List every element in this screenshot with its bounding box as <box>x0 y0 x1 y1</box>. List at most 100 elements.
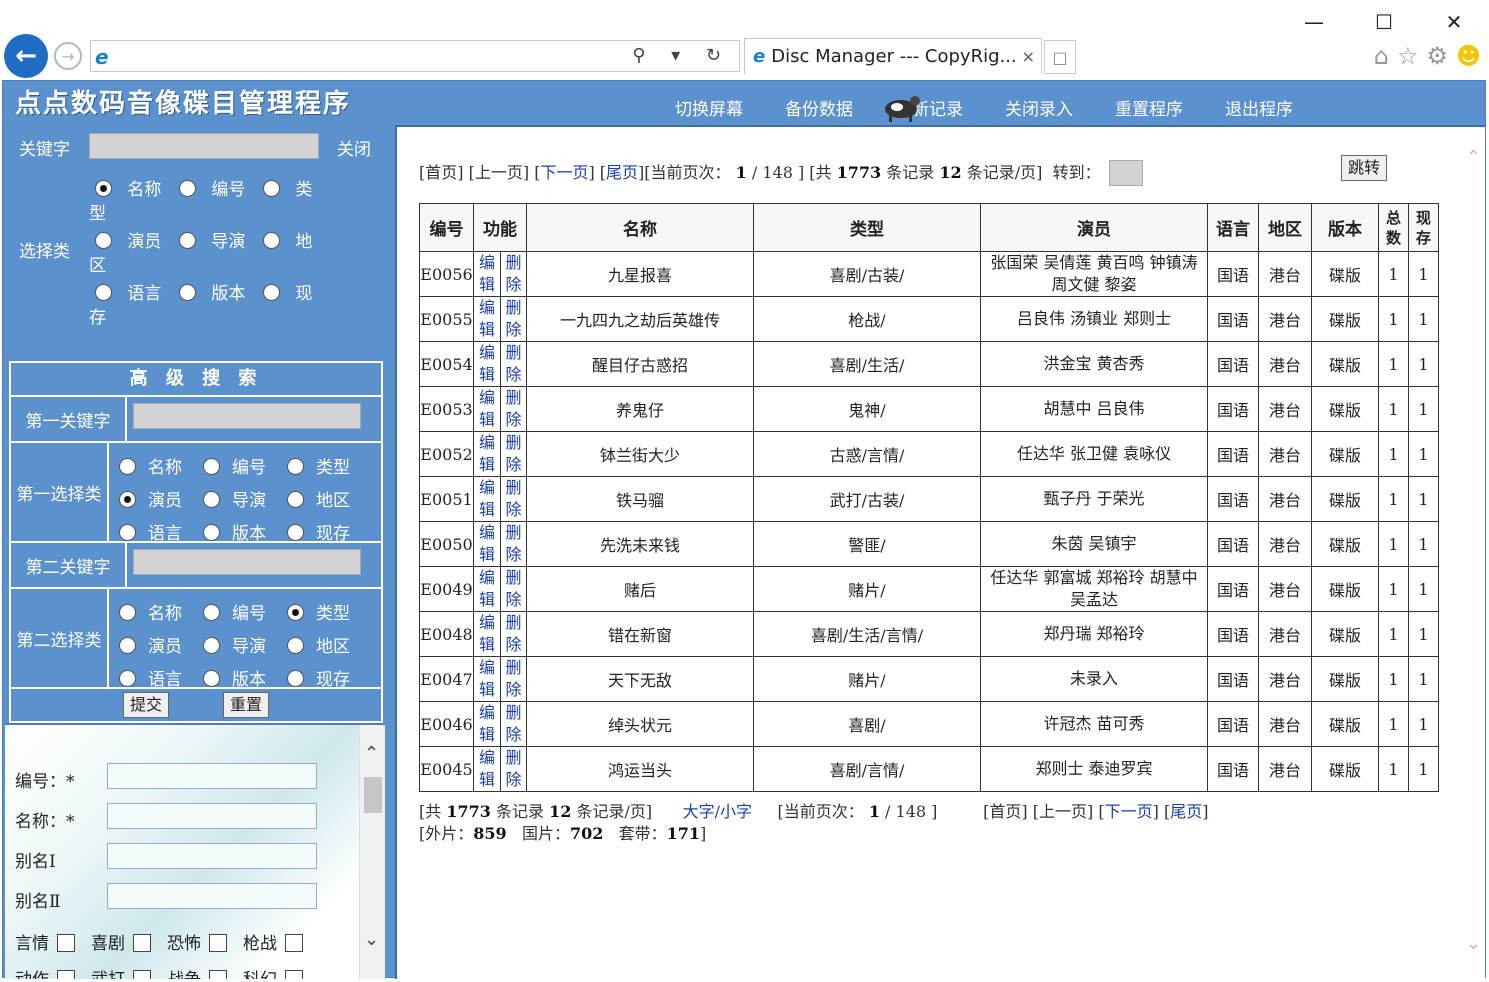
close-window-button[interactable]: ✕ <box>1419 8 1489 36</box>
gear-icon[interactable]: ⚙ <box>1426 42 1448 70</box>
entry-name-input[interactable] <box>107 803 317 829</box>
delete-link[interactable]: 删除 <box>500 522 526 566</box>
radio-icon[interactable] <box>203 524 220 541</box>
menu-close-entry[interactable]: 关闭录入 <box>1005 95 1073 120</box>
address-tools-icons[interactable]: ⚲ ▾ ↻ <box>632 45 731 66</box>
radio-icon[interactable] <box>203 604 220 621</box>
delete-link[interactable]: 删除 <box>500 387 526 431</box>
radio-icon[interactable] <box>95 232 112 249</box>
radio-icon[interactable] <box>287 491 304 508</box>
radio-icon[interactable] <box>119 458 136 475</box>
first-class-option[interactable]: 语言 <box>119 519 203 544</box>
class-option-director[interactable]: 导演 <box>179 227 245 252</box>
radio-icon[interactable] <box>95 284 112 301</box>
entry-scrollbar[interactable]: ⌃ ⌄ <box>359 725 385 979</box>
goto-input[interactable] <box>1108 160 1143 186</box>
delete-link[interactable]: 删除 <box>500 747 526 791</box>
entry-alias2-input[interactable] <box>107 883 317 909</box>
radio-icon[interactable] <box>203 670 220 687</box>
radio-icon[interactable] <box>263 232 280 249</box>
edit-link[interactable]: 编辑 <box>474 612 500 656</box>
pager-next[interactable]: 下一页 <box>540 163 588 182</box>
chevron-up-icon[interactable]: ⌃ <box>364 743 379 764</box>
font-size-toggle[interactable]: 大字/小字 <box>683 802 752 821</box>
second-class-option[interactable]: 编号 <box>203 599 287 624</box>
edit-link[interactable]: 编辑 <box>474 702 500 746</box>
edit-link[interactable]: 编辑 <box>474 387 500 431</box>
radio-icon[interactable] <box>203 637 220 654</box>
delete-link[interactable]: 删除 <box>500 702 526 746</box>
chevron-up-icon[interactable]: ⌃ <box>1466 147 1481 168</box>
reset-button[interactable]: 重置 <box>223 692 270 718</box>
edit-link[interactable]: 编辑 <box>474 747 500 791</box>
pager-last[interactable]: 尾页 <box>606 163 638 182</box>
radio-icon[interactable] <box>263 180 280 197</box>
class-option-language[interactable]: 语言 <box>95 279 161 304</box>
footer-pager-last[interactable]: 尾页 <box>1170 802 1202 821</box>
second-class-option[interactable]: 语言 <box>119 665 203 690</box>
edit-link[interactable]: 编辑 <box>474 567 500 611</box>
radio-icon[interactable] <box>179 180 196 197</box>
edit-link[interactable]: 编辑 <box>474 522 500 566</box>
class-option-stock[interactable]: 现 <box>263 279 312 304</box>
menu-switch-screen[interactable]: 切换屏幕 <box>675 95 743 120</box>
genre-checkbox[interactable] <box>285 934 303 952</box>
delete-link[interactable]: 删除 <box>500 432 526 476</box>
radio-icon[interactable] <box>203 458 220 475</box>
footer-pager-prev[interactable]: 上一页 <box>1039 802 1087 821</box>
first-class-option[interactable]: 编号 <box>203 453 287 478</box>
edit-link[interactable]: 编辑 <box>474 252 500 296</box>
class-option-id[interactable]: 编号 <box>179 175 245 200</box>
second-keyword-input[interactable] <box>133 549 361 575</box>
delete-link[interactable]: 删除 <box>500 612 526 656</box>
second-class-option[interactable]: 类型 <box>287 599 371 624</box>
radio-icon[interactable] <box>119 637 136 654</box>
footer-pager-first[interactable]: 首页 <box>989 802 1021 821</box>
back-arrow-icon[interactable]: ← <box>4 34 48 78</box>
edit-link[interactable]: 编辑 <box>474 657 500 701</box>
edit-link[interactable]: 编辑 <box>474 477 500 521</box>
genre-checkbox[interactable] <box>209 934 227 952</box>
radio-icon[interactable] <box>179 232 196 249</box>
submit-button[interactable]: 提交 <box>122 692 169 718</box>
entry-alias1-input[interactable] <box>107 843 317 869</box>
first-class-option[interactable]: 地区 <box>287 486 371 511</box>
menu-backup-data[interactable]: 备份数据 <box>785 95 853 120</box>
radio-icon[interactable] <box>287 458 304 475</box>
radio-icon[interactable] <box>287 637 304 654</box>
genre-checkbox[interactable] <box>133 934 151 952</box>
tab-close-icon[interactable]: × <box>1022 47 1035 66</box>
radio-icon[interactable] <box>287 524 304 541</box>
genre-checkbox[interactable] <box>57 970 75 979</box>
first-class-option[interactable]: 类型 <box>287 453 371 478</box>
first-class-option[interactable]: 演员 <box>119 486 203 511</box>
delete-link[interactable]: 删除 <box>500 657 526 701</box>
first-class-option[interactable]: 导演 <box>203 486 287 511</box>
genre-checkbox[interactable] <box>285 970 303 979</box>
delete-link[interactable]: 删除 <box>500 342 526 386</box>
first-class-option[interactable]: 版本 <box>203 519 287 544</box>
new-tab-icon[interactable]: □ <box>1044 40 1076 74</box>
pager-prev[interactable]: 上一页 <box>475 163 523 182</box>
delete-link[interactable]: 删除 <box>500 477 526 521</box>
radio-icon[interactable] <box>179 284 196 301</box>
scrollbar-thumb[interactable] <box>364 777 382 813</box>
class-option-type[interactable]: 类 <box>263 175 312 200</box>
radio-icon[interactable] <box>287 670 304 687</box>
goto-button[interactable]: 跳转 <box>1341 155 1388 181</box>
keyword-input[interactable] <box>89 133 319 159</box>
maximize-button[interactable]: ☐ <box>1349 8 1419 36</box>
delete-link[interactable]: 删除 <box>500 297 526 341</box>
second-class-option[interactable]: 版本 <box>203 665 287 690</box>
browser-tab[interactable]: e Disc Manager --- CopyRig... × <box>744 38 1042 74</box>
minimize-button[interactable]: — <box>1279 8 1349 36</box>
genre-checkbox[interactable] <box>133 970 151 979</box>
chevron-down-icon[interactable]: ⌄ <box>1466 933 1481 954</box>
pager-first[interactable]: 首页 <box>425 163 457 182</box>
forward-arrow-icon[interactable]: → <box>54 42 82 70</box>
smiley-feedback-icon[interactable]: ☻ <box>1456 42 1481 70</box>
entry-id-input[interactable] <box>107 763 317 789</box>
address-bar[interactable]: e ⚲ ▾ ↻ <box>90 40 740 72</box>
delete-link[interactable]: 删除 <box>500 252 526 296</box>
class-option-version[interactable]: 版本 <box>179 279 245 304</box>
